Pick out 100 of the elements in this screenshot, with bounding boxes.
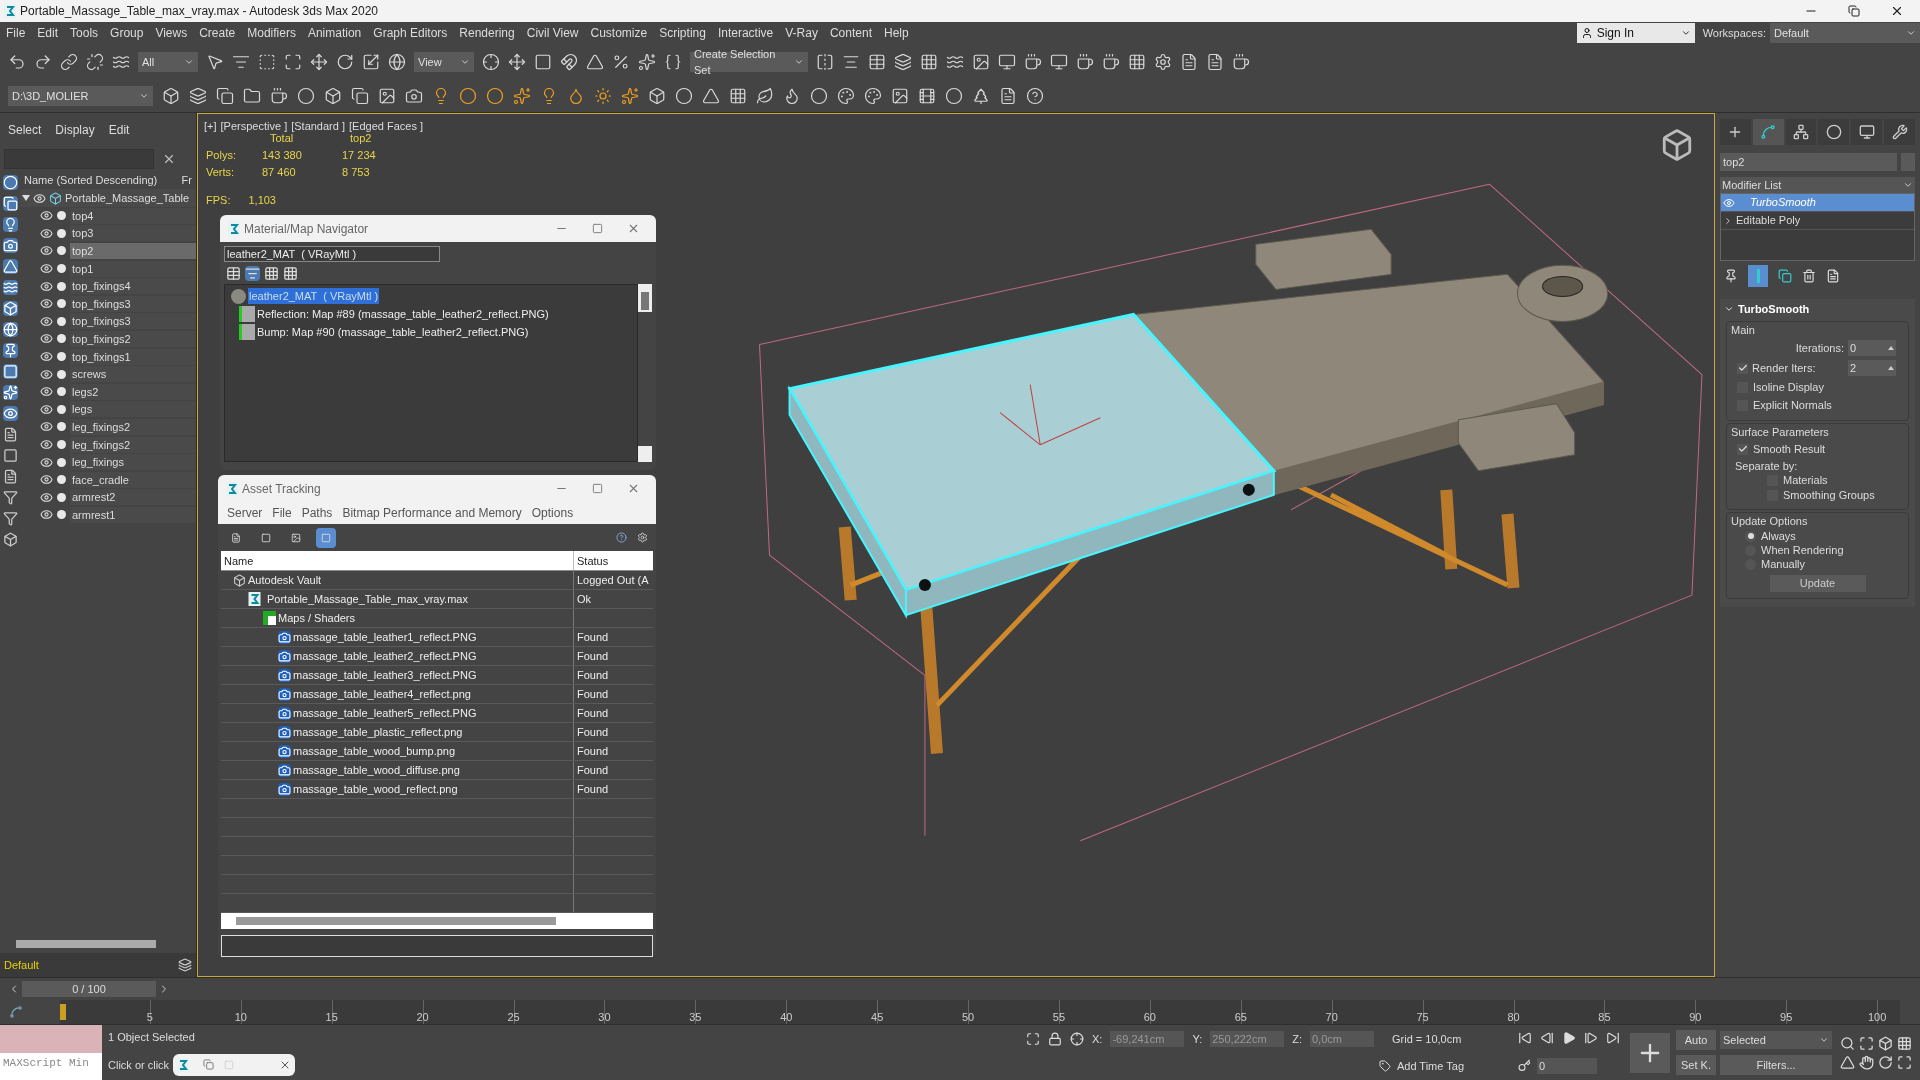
asset-name[interactable]: Maps / Shaders xyxy=(278,609,356,627)
window-menu-item[interactable]: Bitmap Performance and Memory xyxy=(337,504,527,522)
tree-item[interactable]: top_fixings3 xyxy=(70,295,196,312)
tree-item[interactable]: leg_fixings xyxy=(70,454,196,471)
asset-name[interactable]: Autodesk Vault xyxy=(248,571,322,589)
checkbox-label[interactable]: Smooth Result xyxy=(1753,440,1826,458)
tree-item[interactable]: top_fixings1 xyxy=(70,348,196,365)
layer-name[interactable]: Default xyxy=(4,956,39,974)
menu-item[interactable]: V-Ray xyxy=(779,24,824,42)
menu-item[interactable]: Create xyxy=(193,24,242,42)
window-menu-item[interactable]: Options xyxy=(526,504,579,522)
menu-item[interactable]: Civil View xyxy=(520,24,585,42)
explorer-menu-item[interactable]: Display xyxy=(55,121,95,139)
menu-item[interactable]: Edit xyxy=(31,24,65,42)
asset-name[interactable]: massage_table_leather1_reflect.PNG xyxy=(293,628,477,646)
frame-number: 90 xyxy=(1689,1010,1702,1024)
menu-item[interactable]: Tools xyxy=(64,24,105,42)
tree-item[interactable]: leg_fixings2 xyxy=(70,436,196,453)
column-header[interactable]: Status xyxy=(573,551,653,570)
tree-item[interactable]: top_fixings4 xyxy=(70,278,196,295)
update-button[interactable]: Update xyxy=(1769,575,1866,592)
key-filter-dropdown[interactable]: Selected xyxy=(1720,1030,1832,1049)
menu-item[interactable]: Customize xyxy=(584,24,654,42)
material-tree-item[interactable]: leather2_MAT ( VRayMtl ) xyxy=(248,287,380,305)
explorer-menu-item[interactable]: Select xyxy=(8,121,42,139)
tree-item[interactable]: armrest2 xyxy=(70,489,196,506)
frame-number: 70 xyxy=(1325,1010,1338,1024)
workspace-dropdown[interactable]: Default xyxy=(1770,23,1920,43)
viewport-label[interactable]: [+] xyxy=(204,118,217,135)
menu-item[interactable]: Interactive xyxy=(711,24,780,42)
menu-item[interactable]: File xyxy=(0,24,32,42)
menu-item[interactable]: Group xyxy=(104,24,150,42)
menu-item[interactable]: Graph Editors xyxy=(367,24,454,42)
menu-item[interactable]: Rendering xyxy=(453,24,521,42)
asset-name[interactable]: massage_table_leather5_reflect.PNG xyxy=(293,704,477,722)
set-key-mode-button[interactable]: Set K. xyxy=(1676,1055,1716,1076)
menu-item[interactable]: Modifiers xyxy=(241,24,302,42)
selection-set-dropdown[interactable]: Create Selection Set xyxy=(690,52,808,72)
menu-item[interactable]: Help xyxy=(877,24,915,42)
add-time-tag-link[interactable]: Add Time Tag xyxy=(1396,1058,1464,1075)
asset-name[interactable]: massage_table_wood_reflect.png xyxy=(293,780,458,798)
window-menu-item[interactable]: File xyxy=(267,504,297,522)
checkbox-label[interactable]: Smoothing Groups xyxy=(1783,487,1875,504)
tree-item[interactable]: top4 xyxy=(70,207,196,224)
frame-number: 5 xyxy=(146,1010,153,1024)
frame-number: 10 xyxy=(234,1010,247,1024)
key-filters-button[interactable]: Filters... xyxy=(1720,1055,1832,1076)
tree-item[interactable]: legs xyxy=(70,401,196,418)
frame-number: 45 xyxy=(871,1010,884,1024)
menu-item[interactable]: Scripting xyxy=(653,24,712,42)
column-header[interactable]: Name (Sorted Descending) xyxy=(24,171,158,189)
asset-name[interactable]: massage_table_wood_diffuse.png xyxy=(293,761,460,779)
material-name-field[interactable]: leather2_MAT ( VRayMtl ) xyxy=(224,246,440,262)
checkbox-label[interactable]: Explicit Normals xyxy=(1753,396,1832,414)
map-tree-item[interactable]: Bump: Map #90 (massage_table_leather2_reflect.PNG) xyxy=(257,323,529,341)
tree-item[interactable]: leg_fixings2 xyxy=(70,418,196,435)
project-path-dropdown[interactable]: D:\3D_MOLIER xyxy=(8,86,153,106)
window-menu-item[interactable]: Paths xyxy=(296,504,338,522)
asset-name[interactable]: Portable_Massage_Table_max_vray.max xyxy=(267,590,468,608)
column-header[interactable]: Name xyxy=(221,551,573,570)
tree-item[interactable]: armrest1 xyxy=(70,506,196,523)
tree-item[interactable]: legs2 xyxy=(70,383,196,400)
tree-item[interactable]: top3 xyxy=(70,225,196,242)
checkbox-label[interactable]: Materials xyxy=(1783,472,1828,489)
column-header[interactable]: Fr xyxy=(181,171,196,189)
current-frame-field[interactable]: 0 xyxy=(1537,1057,1597,1074)
auto-key-button[interactable]: Auto xyxy=(1676,1029,1716,1050)
window-menu-item[interactable]: Server xyxy=(222,504,268,522)
viewport-label[interactable]: [Standard ] xyxy=(291,118,345,135)
checkbox-label[interactable]: Isoline Display xyxy=(1753,378,1824,396)
sign-in-dropdown[interactable]: Sign In xyxy=(1576,23,1695,43)
spinner-field[interactable]: 2 xyxy=(1848,360,1896,376)
tree-item[interactable]: screws xyxy=(70,366,196,383)
map-tree-item[interactable]: Reflection: Map #89 (massage_table_leather2_reflect.PNG) xyxy=(257,305,549,323)
explorer-menu-item[interactable]: Edit xyxy=(108,121,130,139)
tree-item[interactable]: top_fixings3 xyxy=(70,313,196,330)
selection-filter-dropdown[interactable]: All xyxy=(138,52,198,72)
maxscript-mini-field[interactable]: MAXScript Min xyxy=(0,1052,102,1080)
spinner-field[interactable]: 0 xyxy=(1848,340,1896,356)
asset-name[interactable]: massage_table_wood_bump.png xyxy=(293,742,456,760)
modifier-list-dropdown[interactable]: Modifier List xyxy=(1720,177,1915,193)
menu-item[interactable]: Content xyxy=(823,24,878,42)
tree-item[interactable]: top1 xyxy=(70,260,196,277)
checkbox-label[interactable]: Render Iters: xyxy=(1752,359,1816,377)
asset-name[interactable]: massage_table_plastic_reflect.png xyxy=(293,723,463,741)
asset-name[interactable]: massage_table_leather4_reflect.png xyxy=(293,685,471,703)
menu-item[interactable]: Views xyxy=(149,24,194,42)
coordinate-system-dropdown[interactable]: View xyxy=(414,52,474,72)
menu-item[interactable]: Animation xyxy=(301,24,368,42)
asset-name[interactable]: massage_table_leather2_reflect.PNG xyxy=(293,647,477,665)
viewport-label[interactable]: [Edged Faces ] xyxy=(349,118,423,135)
viewport-label[interactable]: [Perspective ] xyxy=(220,118,288,135)
modifier-stack-item[interactable]: Editable Poly xyxy=(1721,212,1914,230)
tree-item[interactable]: top2 xyxy=(70,243,196,259)
object-name-field[interactable]: top2 xyxy=(1720,153,1897,171)
tree-item[interactable]: face_cradle xyxy=(70,471,196,488)
rollout-header[interactable]: TurboSmooth xyxy=(1720,299,1915,319)
timeline-ruler[interactable]: 5 10 15 20 25 30 35 40 45 50 55 60 65 70 75 80 85 90 95 100 xyxy=(60,1000,1900,1024)
tree-item[interactable]: top_fixings2 xyxy=(70,330,196,347)
asset-name[interactable]: massage_table_leather3_reflect.PNG xyxy=(293,666,477,684)
